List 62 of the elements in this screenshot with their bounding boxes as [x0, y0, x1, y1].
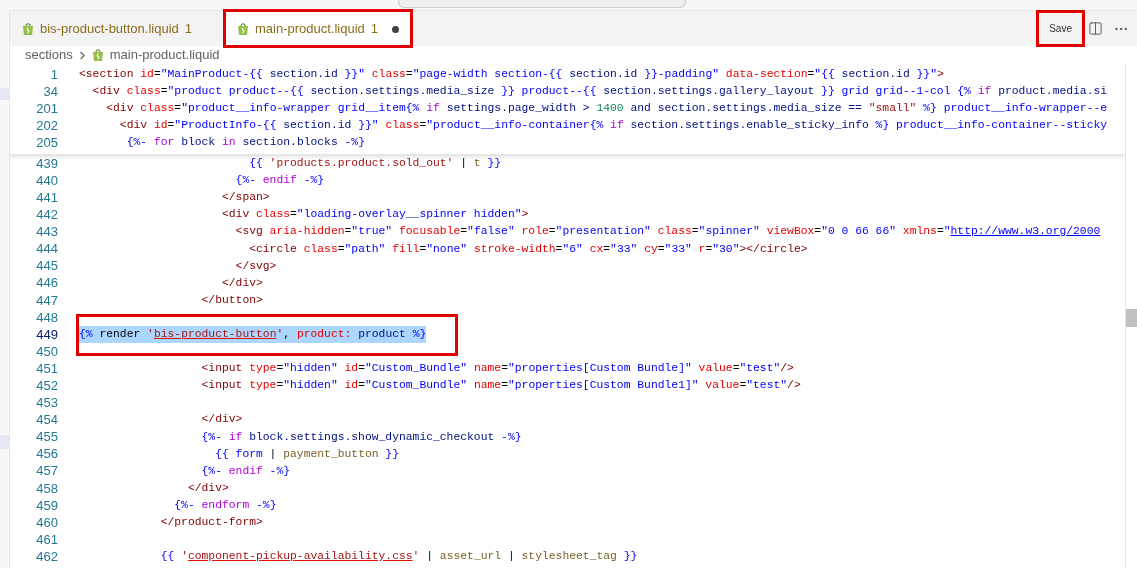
code-line: <svg aria-hidden="true" focusable="false" role="presentation" class="spinner" viewBox="0 0 66 66" xmlns="http://www.w3.org/2000 [234, 224, 1101, 240]
line-number: 461 [35, 530, 58, 549]
line-number: 458 [35, 479, 58, 498]
code-line: </button> [200, 292, 263, 308]
code-line: {%- endif -%} [234, 173, 325, 189]
code-line: </div> [186, 480, 229, 496]
code-line: <section id="MainProduct-{{ section.id }}" class="page-width section-{{ section.id }}-padding" data-section="{{ section.id }}"> [79, 67, 944, 82]
code-line: </svg> [234, 258, 277, 274]
line-number: 455 [35, 428, 58, 447]
line-number: 202 [35, 116, 58, 135]
line-number: 201 [35, 99, 58, 118]
line-number: 439 [35, 154, 58, 173]
code-line: {{ 'products.product.sold_out' | t }} [248, 156, 502, 172]
line-number: 444 [35, 240, 58, 259]
code-line: <div class="product__info-wrapper grid__item{% if settings.page_width > 1400 and section.settings.media_size == "small" %} product__info-wrapper--e [105, 101, 1108, 116]
line-number: 459 [35, 496, 58, 515]
line-number: 448 [35, 308, 58, 327]
code-line: <circle class="path" fill="none" stroke-width="6" cx="33" cy="33" r="30"></circle> [248, 241, 808, 257]
code-line: {{ 'component-pickup-availability.css' | asset_url | stylesheet_tag }} [159, 549, 638, 565]
line-number: 462 [35, 547, 58, 566]
code-line: <div id="ProductInfo-{{ section.id }}" class="product__info-container{% if section.settings.enable_sticky_info %} product__info-container--sticky [118, 118, 1108, 133]
shopify-bag-icon [22, 21, 34, 36]
line-number: 454 [35, 411, 58, 430]
code-line: </span> [220, 190, 270, 206]
code-line: {%- endform -%} [173, 497, 277, 513]
breadcrumb-item[interactable]: main-product.liquid [109, 45, 220, 65]
code-line: <input type="hidden" id="Custom_Bundle" name="properties[Custom Bundle1]" value="test"/> [200, 378, 801, 394]
shopify-bag-icon [237, 22, 249, 36]
line-number: 460 [35, 513, 58, 532]
line-number: 34 [42, 82, 58, 101]
breadcrumb-item[interactable]: sections [25, 45, 73, 65]
line-number: 449 [35, 325, 58, 344]
line-number: 447 [35, 291, 58, 310]
editor-tab[interactable]: main-product.liquid 1 [225, 11, 412, 46]
line-number: 441 [35, 189, 58, 207]
code-line: {%- if block.settings.show_dynamic_checkout -%} [200, 429, 522, 445]
line-number: 451 [35, 359, 58, 378]
line-number: 457 [35, 462, 58, 481]
save-button[interactable]: Save [1039, 13, 1082, 44]
line-number: 205 [35, 133, 58, 152]
code-line: </div> [220, 275, 263, 291]
line-number: 456 [35, 445, 58, 464]
code-line: <input type="hidden" id="Custom_Bundle" name="properties[Custom Bundle]" value="test"/> [200, 361, 794, 377]
split-editor-icon[interactable] [1088, 21, 1103, 36]
code-line: </product-form> [159, 515, 263, 530]
line-number: 1 [49, 65, 58, 84]
code-line: <div class="product product--{{ section.settings.media_size }} product--{{ section.settings.gallery_layout }} grid grid--1-col {% if product.media.si [91, 84, 1108, 99]
line-number: 452 [35, 377, 58, 395]
line-number: 453 [35, 394, 58, 413]
line-number: 442 [35, 206, 58, 225]
line-number: 446 [35, 274, 58, 293]
line-number: 445 [35, 257, 58, 276]
line-number: 450 [35, 342, 58, 361]
code-line: {%- for block in section.blocks -%} [125, 135, 365, 150]
code-line: {{ form | payment_button }} [214, 446, 399, 462]
scrollbar-thumb[interactable] [1126, 309, 1137, 327]
line-number: 443 [35, 223, 58, 242]
code-line: {%- endif -%} [200, 463, 291, 479]
code-line: <div class="loading-overlay__spinner hidden"> [220, 207, 529, 223]
line-number: 440 [35, 171, 58, 190]
code-line: </div> [200, 412, 243, 428]
shopify-bag-icon [91, 48, 104, 62]
